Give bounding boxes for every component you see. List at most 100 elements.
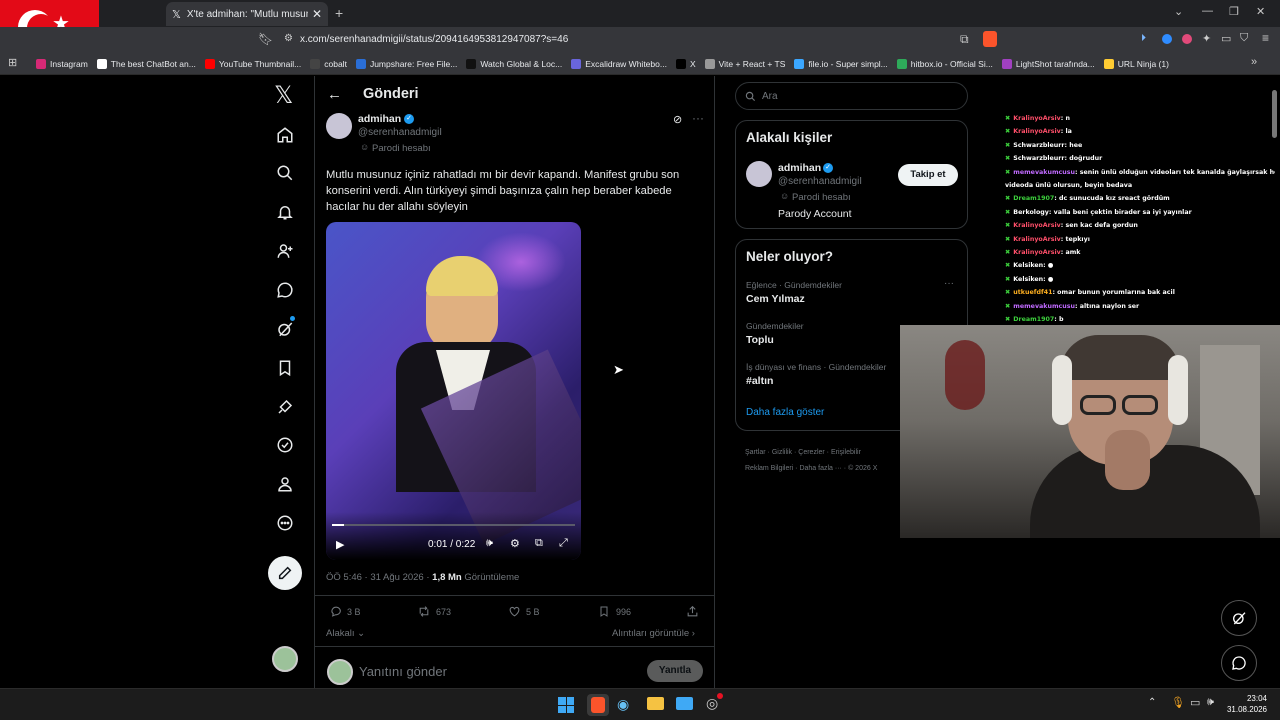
settings-icon[interactable]: ⚙ — [510, 537, 520, 550]
bookmark-item[interactable]: URL Ninja (1) — [1103, 58, 1169, 69]
grok-fab[interactable] — [1221, 600, 1257, 636]
file-explorer-icon[interactable] — [647, 697, 664, 710]
bookmarks-icon[interactable] — [274, 357, 296, 379]
messages-icon[interactable] — [274, 279, 296, 301]
close-icon[interactable]: ✕ — [312, 7, 322, 21]
x-logo-icon[interactable]: 𝕏 — [274, 84, 293, 108]
notifications-icon[interactable] — [274, 201, 296, 223]
bookmark-button[interactable]: 996 — [598, 605, 631, 618]
share-button[interactable] — [686, 605, 699, 623]
reply-input[interactable]: Yanıtını gönder — [359, 664, 447, 679]
volume-icon[interactable]: 🕪︎ — [1207, 696, 1214, 709]
new-tab-icon[interactable]: + — [335, 5, 343, 21]
maximize-icon[interactable]: ❐ — [1229, 5, 1239, 18]
follow-button[interactable]: Takip et — [898, 164, 958, 186]
page-scrollbar[interactable] — [1272, 90, 1277, 138]
obs-icon[interactable]: ◎ — [706, 695, 718, 712]
clock-time[interactable]: 23:04 — [1231, 694, 1267, 703]
pip-icon[interactable]: ⧉ — [535, 537, 543, 550]
author-handle[interactable]: @serenhanadmigiI — [358, 127, 442, 138]
extension-icon[interactable] — [1182, 34, 1192, 44]
bookmark-favicon-icon — [704, 58, 715, 69]
footer-links[interactable]: Şartlar · Gizlilik · Çerezler · Erişileb… — [745, 445, 905, 477]
bookmark-item[interactable]: The best ChatBot an... — [96, 58, 196, 69]
bookmark-item[interactable]: Vite + React + TS — [704, 58, 785, 69]
windows-start-icon[interactable] — [558, 697, 574, 713]
video-player[interactable]: ▶ 0:01 / 0:22 🕪︎ ⚙ ⧉ ⤢ — [326, 222, 581, 560]
volume-icon[interactable]: 🕪︎ — [486, 537, 493, 550]
home-icon[interactable] — [274, 124, 296, 146]
extension-icon[interactable] — [1162, 34, 1172, 44]
video-progress-fill — [332, 524, 345, 526]
more-options-icon[interactable]: ··· — [692, 111, 704, 125]
view-quotes-link[interactable]: Alıntıları görüntüle › — [612, 628, 695, 639]
related-handle[interactable]: @serenhanadmigiI — [778, 176, 862, 187]
trend-item[interactable]: Eğlence · Gündemdekiler Cem Yılmaz ··· — [746, 278, 961, 305]
fullscreen-icon[interactable]: ⤢ — [559, 537, 568, 550]
window-close-icon[interactable]: ✕ — [1256, 5, 1265, 18]
profile-icon[interactable] — [274, 473, 296, 495]
bookmark-item[interactable]: Excalidraw Whitebo... — [571, 58, 667, 69]
relevant-dropdown[interactable]: Alakalı ⌄ — [326, 628, 365, 639]
search-input[interactable]: Ara — [762, 91, 778, 102]
back-arrow-icon[interactable]: ← — [327, 86, 342, 103]
more-icon[interactable] — [274, 512, 296, 534]
follow-icon[interactable] — [274, 240, 296, 262]
voice-icon[interactable]: ⏵ — [1141, 33, 1146, 44]
network-icon[interactable]: ▭ — [1190, 696, 1200, 709]
show-more-link[interactable]: Daha fazla göster — [746, 407, 824, 418]
clock-date[interactable]: 31.08.2026 — [1222, 705, 1267, 714]
bookmark-item[interactable]: hitbox.io - Official Si... — [896, 58, 993, 69]
bookmark-item[interactable]: Jumpshare: Free File... — [355, 58, 457, 69]
verified-icon[interactable] — [274, 434, 296, 456]
bookmark-favicon-icon — [355, 58, 366, 69]
vpn-icon[interactable]: ⛉ — [1240, 32, 1248, 45]
bookmark-item[interactable]: LightShot tarafında... — [1001, 58, 1095, 69]
microphone-icon[interactable]: 🎙︎ — [1171, 696, 1185, 709]
premium-icon[interactable] — [274, 396, 296, 418]
play-icon[interactable]: ▶ — [336, 538, 344, 551]
author-avatar[interactable] — [326, 113, 352, 139]
minimize-icon[interactable]: — — [1202, 5, 1213, 17]
like-button[interactable]: 5 B — [508, 605, 540, 618]
browser-tab[interactable]: 𝕏 X'te admihan: "Mutlu musunuz i ✕ — [166, 2, 328, 26]
reply-button[interactable]: Yanıtla — [647, 660, 703, 682]
steam-icon[interactable]: ◉ — [617, 696, 629, 713]
compose-button[interactable] — [268, 556, 302, 590]
site-settings-icon[interactable]: ⚙ — [284, 33, 293, 44]
store-icon[interactable] — [676, 697, 693, 710]
bookmark-icon[interactable]: 🔖︎ — [258, 32, 273, 46]
bookmark-item[interactable]: file.io - Super simpl... — [794, 58, 888, 69]
explore-icon[interactable] — [274, 162, 296, 184]
tab-list-icon[interactable]: ⌄ — [1174, 5, 1183, 18]
messages-fab[interactable] — [1221, 645, 1257, 681]
extensions-icon[interactable]: ✦ — [1202, 32, 1211, 45]
bookmark-item[interactable]: cobalt — [310, 58, 347, 69]
more-bookmarks-icon[interactable]: » — [1251, 56, 1257, 68]
brave-taskbar-icon[interactable] — [587, 694, 609, 716]
share-icon[interactable]: ⧉ — [960, 32, 969, 47]
related-avatar[interactable] — [746, 161, 772, 187]
menu-icon[interactable]: ≡ — [1262, 31, 1269, 45]
bookmark-label: X — [689, 58, 696, 69]
grok-icon[interactable]: ⊘ — [673, 113, 682, 126]
video-progress-track[interactable] — [332, 524, 575, 526]
more-options-icon[interactable]: ··· — [944, 278, 954, 289]
bookmark-item[interactable]: YouTube Thumbnail... — [204, 58, 301, 69]
url-field[interactable]: x.com/serenhanadmigii/status/20941649538… — [300, 34, 568, 45]
grok-icon[interactable] — [274, 316, 296, 340]
search-box[interactable]: Ara — [735, 82, 968, 110]
related-name[interactable]: admihan — [778, 162, 821, 174]
bookmark-item[interactable]: Instagram — [36, 58, 88, 69]
author-name[interactable]: admihan — [358, 113, 401, 125]
bookmark-item[interactable]: Watch Global & Loc... — [466, 58, 562, 69]
bookmark-item[interactable]: X — [675, 58, 696, 69]
repost-button[interactable]: 673 — [417, 605, 451, 618]
account-avatar[interactable] — [272, 646, 298, 672]
sidebar-icon[interactable]: ▭ — [1221, 32, 1231, 45]
apps-icon[interactable]: ⊞ — [8, 56, 17, 69]
tray-chevron-icon[interactable]: ⌃ — [1148, 697, 1156, 708]
chat-message: ✖ memevakumcusu: senin ünlü olduğun video… — [1005, 166, 1275, 179]
brave-shield-icon[interactable] — [983, 31, 997, 47]
reply-button[interactable]: 3 B — [330, 605, 361, 618]
